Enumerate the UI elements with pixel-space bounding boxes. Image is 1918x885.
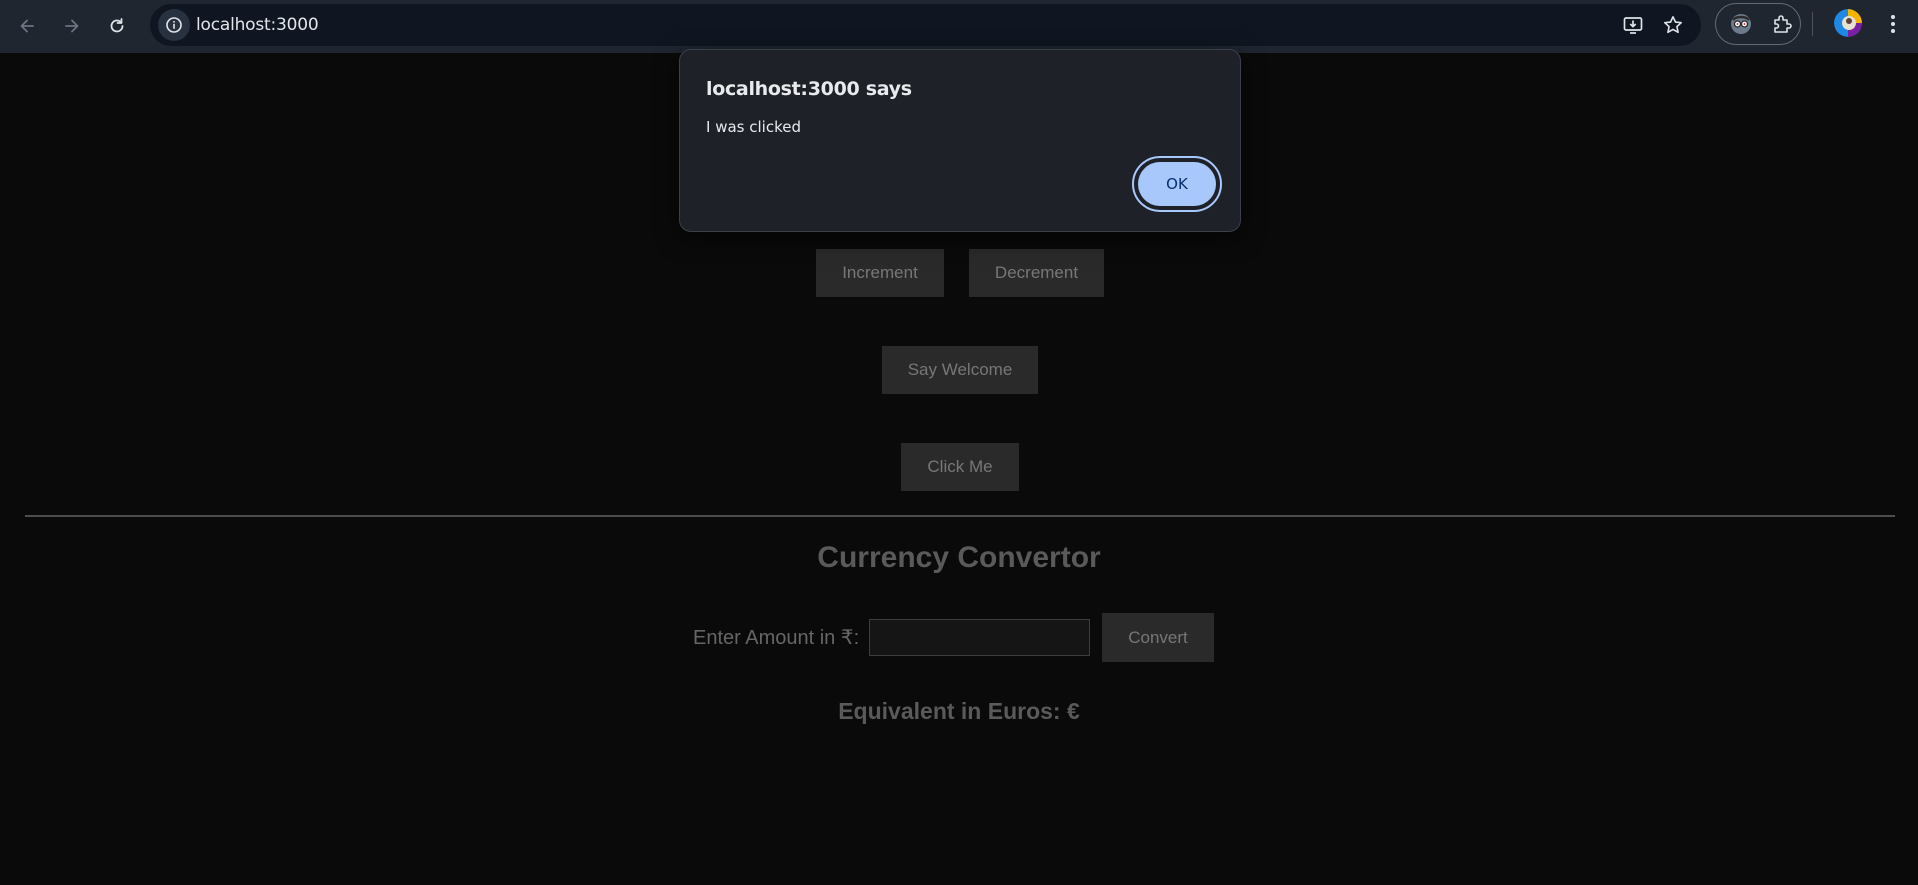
- amount-label: Enter Amount in ₹:: [693, 627, 860, 649]
- reload-icon[interactable]: [100, 9, 134, 43]
- convert-button[interactable]: Convert: [1102, 613, 1214, 662]
- more-menu-icon[interactable]: [1879, 9, 1907, 39]
- toolbar-separator: [1812, 12, 1813, 36]
- euro-result: Equivalent in Euros: €: [838, 698, 1080, 724]
- bookmark-star-icon[interactable]: [1658, 10, 1688, 40]
- ok-focus-ring: OK: [1132, 156, 1222, 212]
- back-icon[interactable]: [10, 9, 44, 43]
- browser-toolbar: localhost:3000: [0, 0, 1918, 53]
- extension-avatar-icon[interactable]: [1726, 9, 1756, 39]
- decrement-button[interactable]: Decrement: [969, 249, 1104, 297]
- horizontal-rule: [25, 515, 1895, 517]
- dialog-title: localhost:3000 says: [706, 78, 912, 100]
- click-me-button[interactable]: Click Me: [901, 443, 1019, 491]
- address-bar[interactable]: localhost:3000: [150, 4, 1701, 46]
- profile-avatar-icon[interactable]: [1834, 9, 1862, 37]
- ok-button[interactable]: OK: [1138, 162, 1216, 206]
- dialog-message: I was clicked: [706, 118, 801, 136]
- currency-convertor-title: Currency Convertor: [817, 541, 1101, 574]
- extensions-puzzle-icon[interactable]: [1767, 9, 1797, 39]
- forward-icon[interactable]: [55, 9, 89, 43]
- increment-button[interactable]: Increment: [816, 249, 944, 297]
- alert-dialog: localhost:3000 says I was clicked OK: [679, 49, 1241, 232]
- extensions-group: [1715, 3, 1801, 45]
- amount-input[interactable]: [869, 619, 1090, 656]
- site-info-icon[interactable]: [158, 9, 190, 41]
- url-text[interactable]: localhost:3000: [196, 15, 319, 35]
- say-welcome-button[interactable]: Say Welcome: [882, 346, 1038, 394]
- install-app-icon[interactable]: [1618, 10, 1648, 40]
